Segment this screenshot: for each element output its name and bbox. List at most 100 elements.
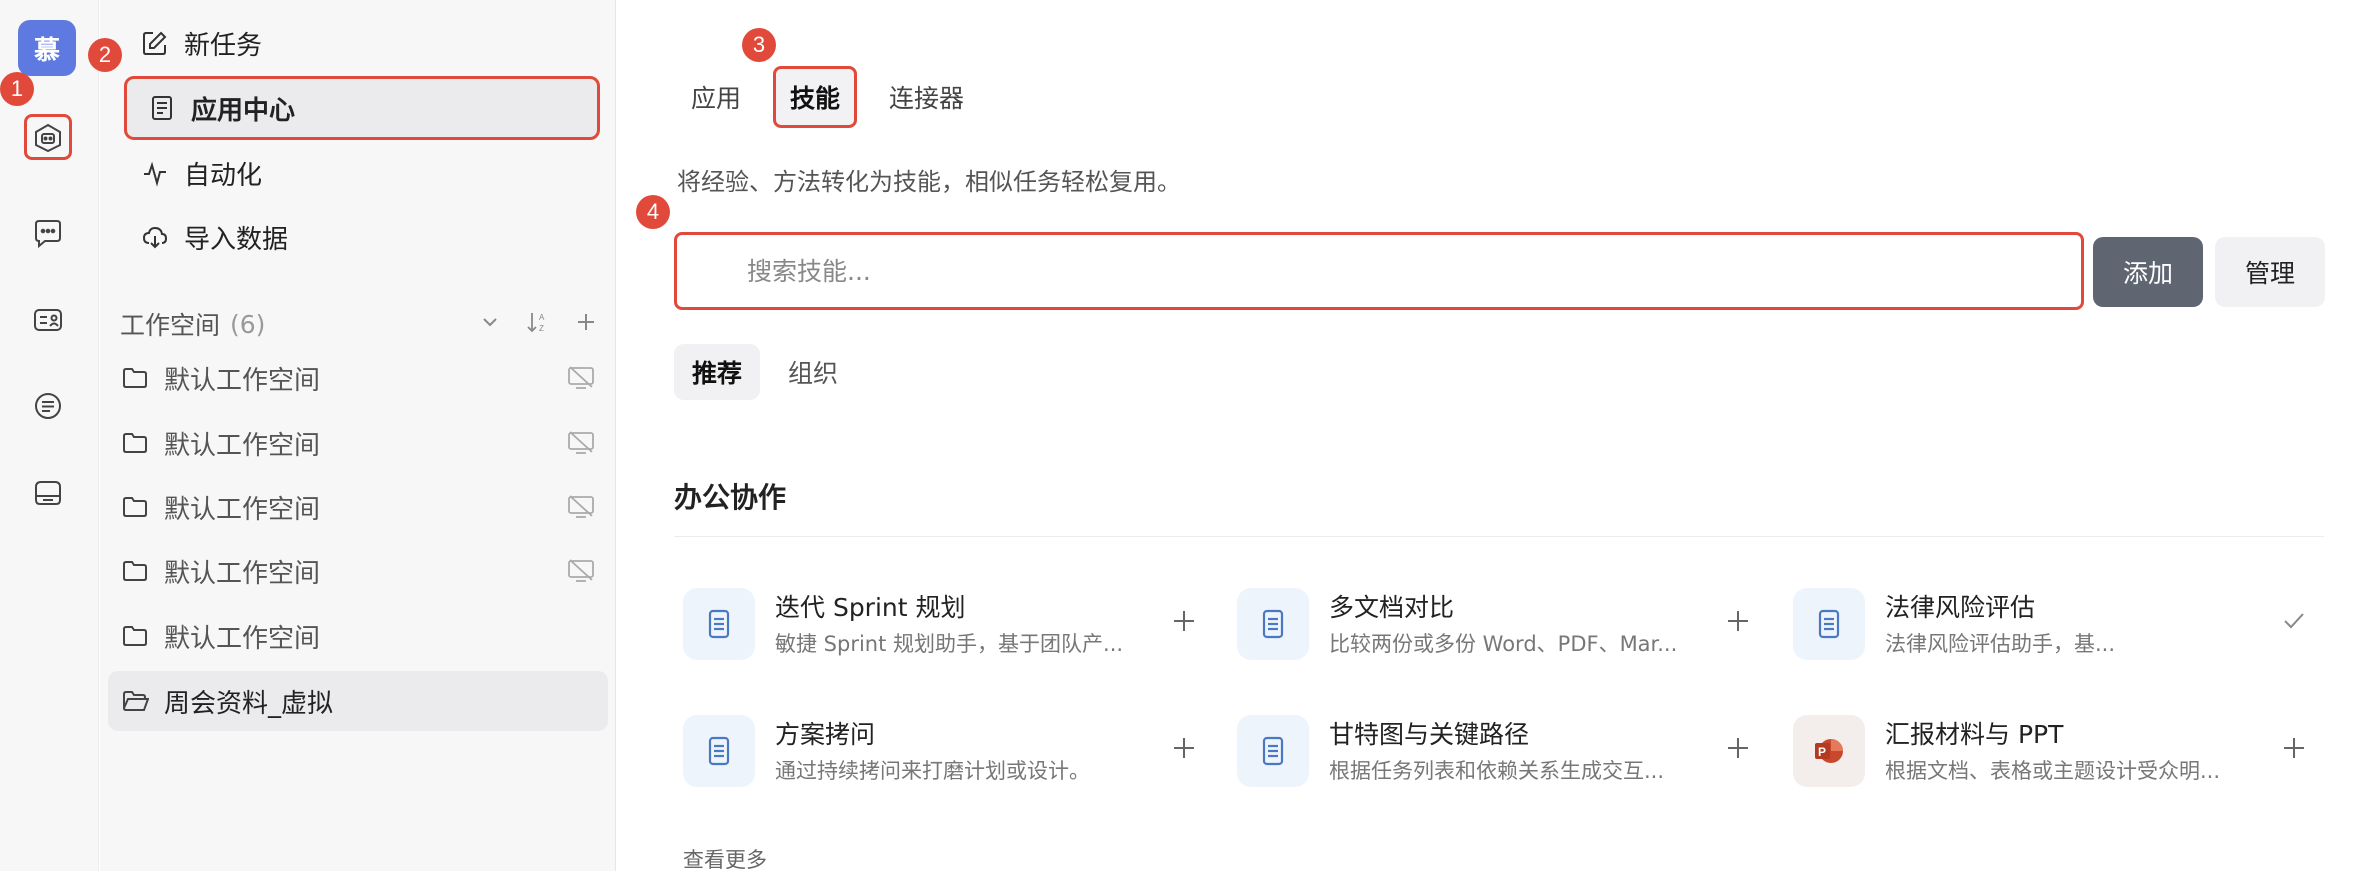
skill-description: 通过持续拷问来打磨计划或设计。 [775,759,1090,783]
annotation-badge-2: 2 [88,38,122,72]
skill-card[interactable]: 迭代 Sprint 规划 敏捷 Sprint 规划助手，基于团队产... [675,578,1215,678]
pulse-icon [140,158,170,188]
workspace-item-label: 默认工作空间 [164,494,321,525]
folder-icon [120,621,150,651]
svg-text:Z: Z [539,324,544,333]
skill-description: 敏捷 Sprint 规划助手，基于团队产... [775,632,1124,656]
plus-icon[interactable] [1721,731,1755,765]
notes-icon[interactable] [24,383,72,429]
powerpoint-icon: P [1793,715,1865,787]
skill-description: 根据文档、表格或主题设计受众明... [1885,759,2221,783]
monitor-off-icon[interactable] [566,493,596,521]
workspace-item[interactable]: 默认工作空间 [108,541,608,601]
document-icon [683,588,755,660]
skill-title: 迭代 Sprint 规划 [775,593,966,622]
manage-button[interactable]: 管理 [2215,237,2325,307]
workspace-item[interactable]: 默认工作空间 [108,413,608,473]
avatar[interactable]: 慕 [18,20,76,76]
main-panel: 3 4 应用 技能 连接器 将经验、方法转化为技能，相似任务轻松复用。 添加 管… [617,0,2363,871]
add-workspace-icon[interactable] [572,308,600,336]
workspace-item-label: 默认工作空间 [164,623,321,654]
sidebar-item-new-task[interactable]: 新任务 [120,13,600,73]
storage-icon[interactable] [24,470,72,516]
skill-title: 法律风险评估 [1885,593,2036,622]
sidebar-item-import-data[interactable]: 导入数据 [120,207,600,267]
sidebar-item-label: 导入数据 [184,224,289,255]
skill-description: 法律风险评估助手，基... [1885,632,2116,656]
workspace-count: (6) [230,309,266,339]
workspace-item-selected[interactable]: 周会资料_虚拟 [108,671,608,731]
subtab-bar: 推荐 组织 [674,344,856,400]
plus-icon[interactable] [1167,731,1201,765]
icon-rail: 慕 [0,0,99,871]
cloud-download-icon [140,222,170,252]
plus-icon[interactable] [2277,731,2311,765]
subtab-organization[interactable]: 组织 [770,344,856,400]
annotation-badge-3: 3 [742,28,776,62]
monitor-off-icon[interactable] [566,557,596,585]
section-divider [674,536,2324,537]
page-description: 将经验、方法转化为技能，相似任务轻松复用。 [677,168,1181,196]
sidebar-item-app-center[interactable]: 应用中心 [124,76,600,140]
tab-apps[interactable]: 应用 [677,66,755,128]
skill-title: 多文档对比 [1329,593,1455,622]
add-button[interactable]: 添加 [2093,237,2203,307]
search-input[interactable] [747,256,2081,286]
skill-card[interactable]: 多文档对比 比较两份或多份 Word、PDF、Mar... [1229,578,1769,678]
document-icon [1237,588,1309,660]
app-center-rail-icon[interactable] [24,114,72,160]
skill-description: 根据任务列表和依赖关系生成交互... [1329,759,1665,783]
workspace-title: 工作空间 [120,311,221,340]
sidebar: 新任务 应用中心 自动化 导入数据 工作空间 (6) AZ 默认工作空间 默认工… [100,0,616,871]
plus-icon[interactable] [1721,604,1755,638]
skill-title: 方案拷问 [775,720,876,749]
sort-icon[interactable]: AZ [524,308,552,336]
search-box [674,232,2084,310]
svg-text:A: A [539,313,545,322]
edit-icon [140,28,170,58]
skill-title: 汇报材料与 PPT [1885,720,2064,749]
tab-skills[interactable]: 技能 [773,66,858,128]
monitor-off-icon[interactable] [566,429,596,457]
id-card-icon[interactable] [24,297,72,343]
plus-icon[interactable] [1167,604,1201,638]
workspace-item[interactable]: 默认工作空间 [108,348,608,408]
folder-icon [120,556,150,586]
workspace-item-label: 默认工作空间 [164,558,321,589]
sidebar-item-label: 应用中心 [191,95,296,126]
workspace-item[interactable]: 默认工作空间 [108,477,608,537]
folder-open-icon [120,686,150,716]
skill-card[interactable]: 法律风险评估 法律风险评估助手，基... [1785,578,2325,678]
document-icon [147,93,177,123]
sidebar-item-label: 新任务 [184,30,263,61]
monitor-off-icon[interactable] [566,364,596,392]
annotation-badge-1: 1 [0,72,34,106]
workspace-item-label: 默认工作空间 [164,430,321,461]
skill-card[interactable]: 方案拷问 通过持续拷问来打磨计划或设计。 [675,705,1215,805]
skill-card[interactable]: P 汇报材料与 PPT 根据文档、表格或主题设计受众明... [1785,705,2325,805]
check-icon[interactable] [2277,604,2311,638]
workspace-item[interactable]: 默认工作空间 [108,606,608,666]
skill-description: 比较两份或多份 Word、PDF、Mar... [1329,632,1678,656]
workspace-item-label: 周会资料_虚拟 [164,688,334,719]
workspace-header: 工作空间 (6) AZ [120,300,600,348]
folder-icon [120,428,150,458]
subtab-recommended[interactable]: 推荐 [674,344,761,400]
chat-icon[interactable] [24,210,72,256]
section-title: 办公协作 [674,481,787,514]
folder-icon [120,492,150,522]
document-icon [683,715,755,787]
folder-icon [120,363,150,393]
tab-bar: 应用 技能 连接器 [677,66,978,128]
see-more-link[interactable]: 查看更多 [683,844,767,871]
document-icon [1237,715,1309,787]
skill-title: 甘特图与关键路径 [1329,720,1530,749]
skill-card[interactable]: 甘特图与关键路径 根据任务列表和依赖关系生成交互... [1229,705,1769,805]
svg-text:P: P [1818,745,1826,759]
sidebar-item-label: 自动化 [184,160,263,191]
tab-connectors[interactable]: 连接器 [875,66,978,128]
document-icon [1793,588,1865,660]
sidebar-item-automation[interactable]: 自动化 [120,143,600,203]
chevron-down-icon[interactable] [476,308,504,336]
workspace-item-label: 默认工作空间 [164,365,321,396]
